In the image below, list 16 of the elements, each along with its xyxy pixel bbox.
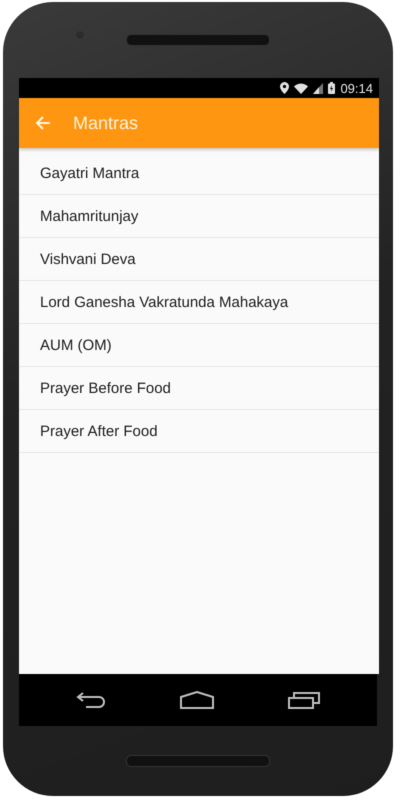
list-item[interactable]: AUM (OM)	[19, 324, 379, 367]
location-icon	[280, 82, 290, 94]
home-button[interactable]	[180, 691, 214, 709]
list-item[interactable]: Vishvani Deva	[19, 238, 379, 281]
wifi-icon	[294, 82, 308, 94]
list-item[interactable]: Mahamritunjay	[19, 195, 379, 238]
recent-apps-button[interactable]	[288, 691, 320, 709]
back-nav-button[interactable]	[76, 691, 106, 709]
list-item[interactable]: Gayatri Mantra	[19, 152, 379, 195]
signal-icon	[313, 82, 324, 94]
app-bar-title: Mantras	[73, 112, 138, 134]
list-item[interactable]: Lord Ganesha Vakratunda Mahakaya	[19, 281, 379, 324]
status-time: 09:14	[340, 80, 373, 96]
list-item[interactable]: Prayer After Food	[19, 410, 379, 453]
list-item[interactable]: Prayer Before Food	[19, 367, 379, 410]
battery-icon	[328, 82, 336, 94]
